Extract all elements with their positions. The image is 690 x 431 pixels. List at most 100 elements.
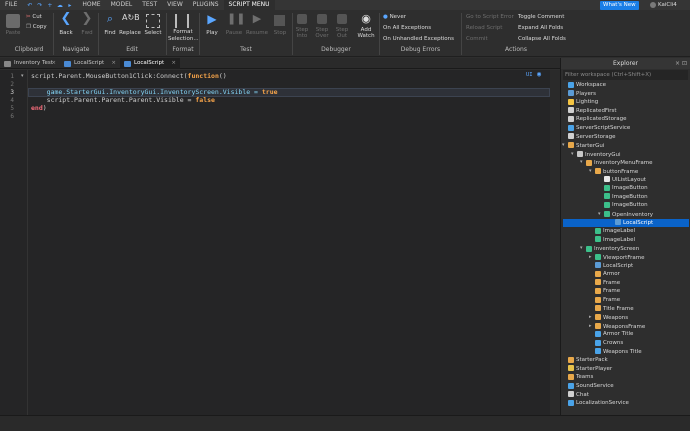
tree-item[interactable]: StarterPack [561,356,608,365]
tree-item[interactable]: ▸ Weapons [561,313,628,322]
tab-view[interactable]: VIEW [162,0,188,10]
tree-item[interactable]: Chat [561,391,589,400]
tree-item-label: Frame [603,288,621,295]
tree-item[interactable]: Frame [561,279,620,288]
tree-item[interactable]: ▾ InventoryScreen [561,244,639,253]
tree-item[interactable]: ▸ WeaponsFrame [561,322,645,331]
line-number: 2 [10,81,14,88]
tree-item[interactable]: UIListLayout [561,176,646,185]
toggle-comment-button[interactable]: Toggle Comment [518,14,564,20]
undo-icon[interactable]: ↶ [26,2,33,9]
close-icon[interactable]: × [51,58,56,69]
instance-icon [568,391,574,398]
tree-item[interactable]: ImageButton [561,193,648,202]
line-number: 5 [10,105,14,112]
tab-model[interactable]: MODEL [106,0,138,10]
format-selection-label: Format Selection... [168,29,199,42]
tree-item[interactable]: Lighting [561,98,598,107]
tree-item[interactable]: Workspace [561,81,606,90]
file-menu[interactable]: FILE [0,0,22,10]
tree-item[interactable]: Teams [561,373,593,382]
goto-script-error-button[interactable]: Go to Script Error [466,14,514,20]
tree-item-label: Teams [576,374,594,381]
user-account[interactable]: KaiCli4 [650,0,677,10]
script-icon [64,61,71,67]
tree-item[interactable]: Crowns [561,339,623,348]
tree-item[interactable]: ▾ InventoryMenuFrame [561,158,653,167]
arrow-icon[interactable]: ▸ [66,2,73,9]
debug-never-option[interactable]: ● Never [383,14,406,20]
tree-item[interactable]: ▾ InventoryGui [561,150,621,159]
tree-item[interactable]: Frame [561,296,620,305]
tree-item[interactable]: LocalizationService [561,399,629,408]
tree-item-label: Lighting [576,99,599,106]
tab-home[interactable]: HOME [77,0,105,10]
tree-item[interactable]: Armor [561,270,620,279]
tree-item[interactable]: ImageLabel [561,236,635,245]
code-token: () [218,72,227,80]
tree-item[interactable]: Weapons Title [561,348,642,357]
document-tabs: Inventory Test × LocalScript × LocalScript… [0,58,560,69]
tree-item[interactable]: ImageButton [561,184,648,193]
tree-item[interactable]: Armor Title [561,330,633,339]
editor-scrollbar[interactable] [550,70,560,415]
tree-item[interactable]: ▾ StarterGui [561,141,604,150]
tree-item[interactable]: ▾ buttonFrame [561,167,638,176]
commit-button[interactable]: Commit [466,36,488,42]
tree-item[interactable]: ▸ ViewportFrame [561,253,644,262]
debug-on-unhandled-option[interactable]: On Unhandled Exceptions [383,36,454,42]
separator [199,13,200,55]
instance-icon [568,133,574,140]
paste-icon [6,14,20,28]
tree-item-label: ImageButton [612,202,648,209]
tree-item[interactable]: ReplicatedStorage [561,115,626,124]
radio-selected-icon: ● [383,14,388,20]
step-out-icon [337,14,347,24]
explorer-header: Explorer × ⊡ [561,58,690,69]
line-number-gutter: 1 2 3 4 5 6 ▾ [0,70,28,415]
tree-item[interactable]: ImageLabel [561,227,635,236]
tree-item[interactable]: ReplicatedFirst [561,107,617,116]
separator [98,13,99,55]
expand-all-folds-button[interactable]: Expand All Folds [518,25,563,31]
redo-icon[interactable]: ↷ [36,2,43,9]
step-into-label: Step Into [295,27,309,39]
close-icon[interactable]: × ⊡ [675,58,687,69]
separator [461,13,462,55]
tree-item[interactable]: SoundService [561,382,614,391]
tree-item[interactable]: LocalScript [563,218,689,228]
tree-item[interactable]: LocalScript [561,262,633,271]
tab-plugins[interactable]: PLUGINS [188,0,224,10]
tab-localscript-2[interactable]: LocalScript × [120,58,180,69]
instance-icon [595,236,601,243]
copy-button[interactable]: ❐ Copy [26,24,47,30]
whats-new-button[interactable]: What's New [600,1,639,10]
tab-script-menu[interactable]: SCRIPT MENU [223,0,275,10]
tree-item[interactable]: Players [561,90,596,99]
tree-item[interactable]: ▾ OpenInventory [561,210,653,219]
cut-label: Cut [32,14,42,20]
reload-script-button[interactable]: Reload Script [466,25,502,31]
tree-item[interactable]: ImageButton [561,201,648,210]
debugger-group-label: Debugger [321,46,351,53]
tab-localscript-1[interactable]: LocalScript × [60,58,120,69]
script-editor[interactable]: 1 2 3 4 5 6 ▾ script.Parent.MouseButton1… [0,70,560,415]
tree-item[interactable]: StarterPlayer [561,365,612,374]
tab-inventory-test[interactable]: Inventory Test × [0,58,60,69]
tree-item[interactable]: ServerScriptService [561,124,630,133]
explorer-filter-input[interactable]: Filter workspace (Ctrl+Shift+X) [563,70,688,80]
explorer-tree[interactable]: Workspace Players Lighting ReplicatedFirst R… [561,81,690,413]
eye-icon[interactable]: ◉ [537,71,541,78]
cut-button[interactable]: ✂ Cut [26,14,42,20]
close-icon[interactable]: × [111,58,116,69]
tab-test[interactable]: TEST [137,0,162,10]
collapse-all-folds-button[interactable]: Collapse All Folds [518,36,566,42]
fold-toggle-icon[interactable]: ▾ [21,73,24,79]
tree-item[interactable]: Title Frame [561,305,634,314]
close-icon[interactable]: × [171,58,176,69]
tree-item[interactable]: Frame [561,287,620,296]
tree-item[interactable]: ServerStorage [561,133,616,142]
add-icon[interactable]: + [46,2,53,9]
cloud-icon[interactable]: ☁ [56,2,63,9]
debug-on-all-option[interactable]: On All Exceptions [383,25,431,31]
